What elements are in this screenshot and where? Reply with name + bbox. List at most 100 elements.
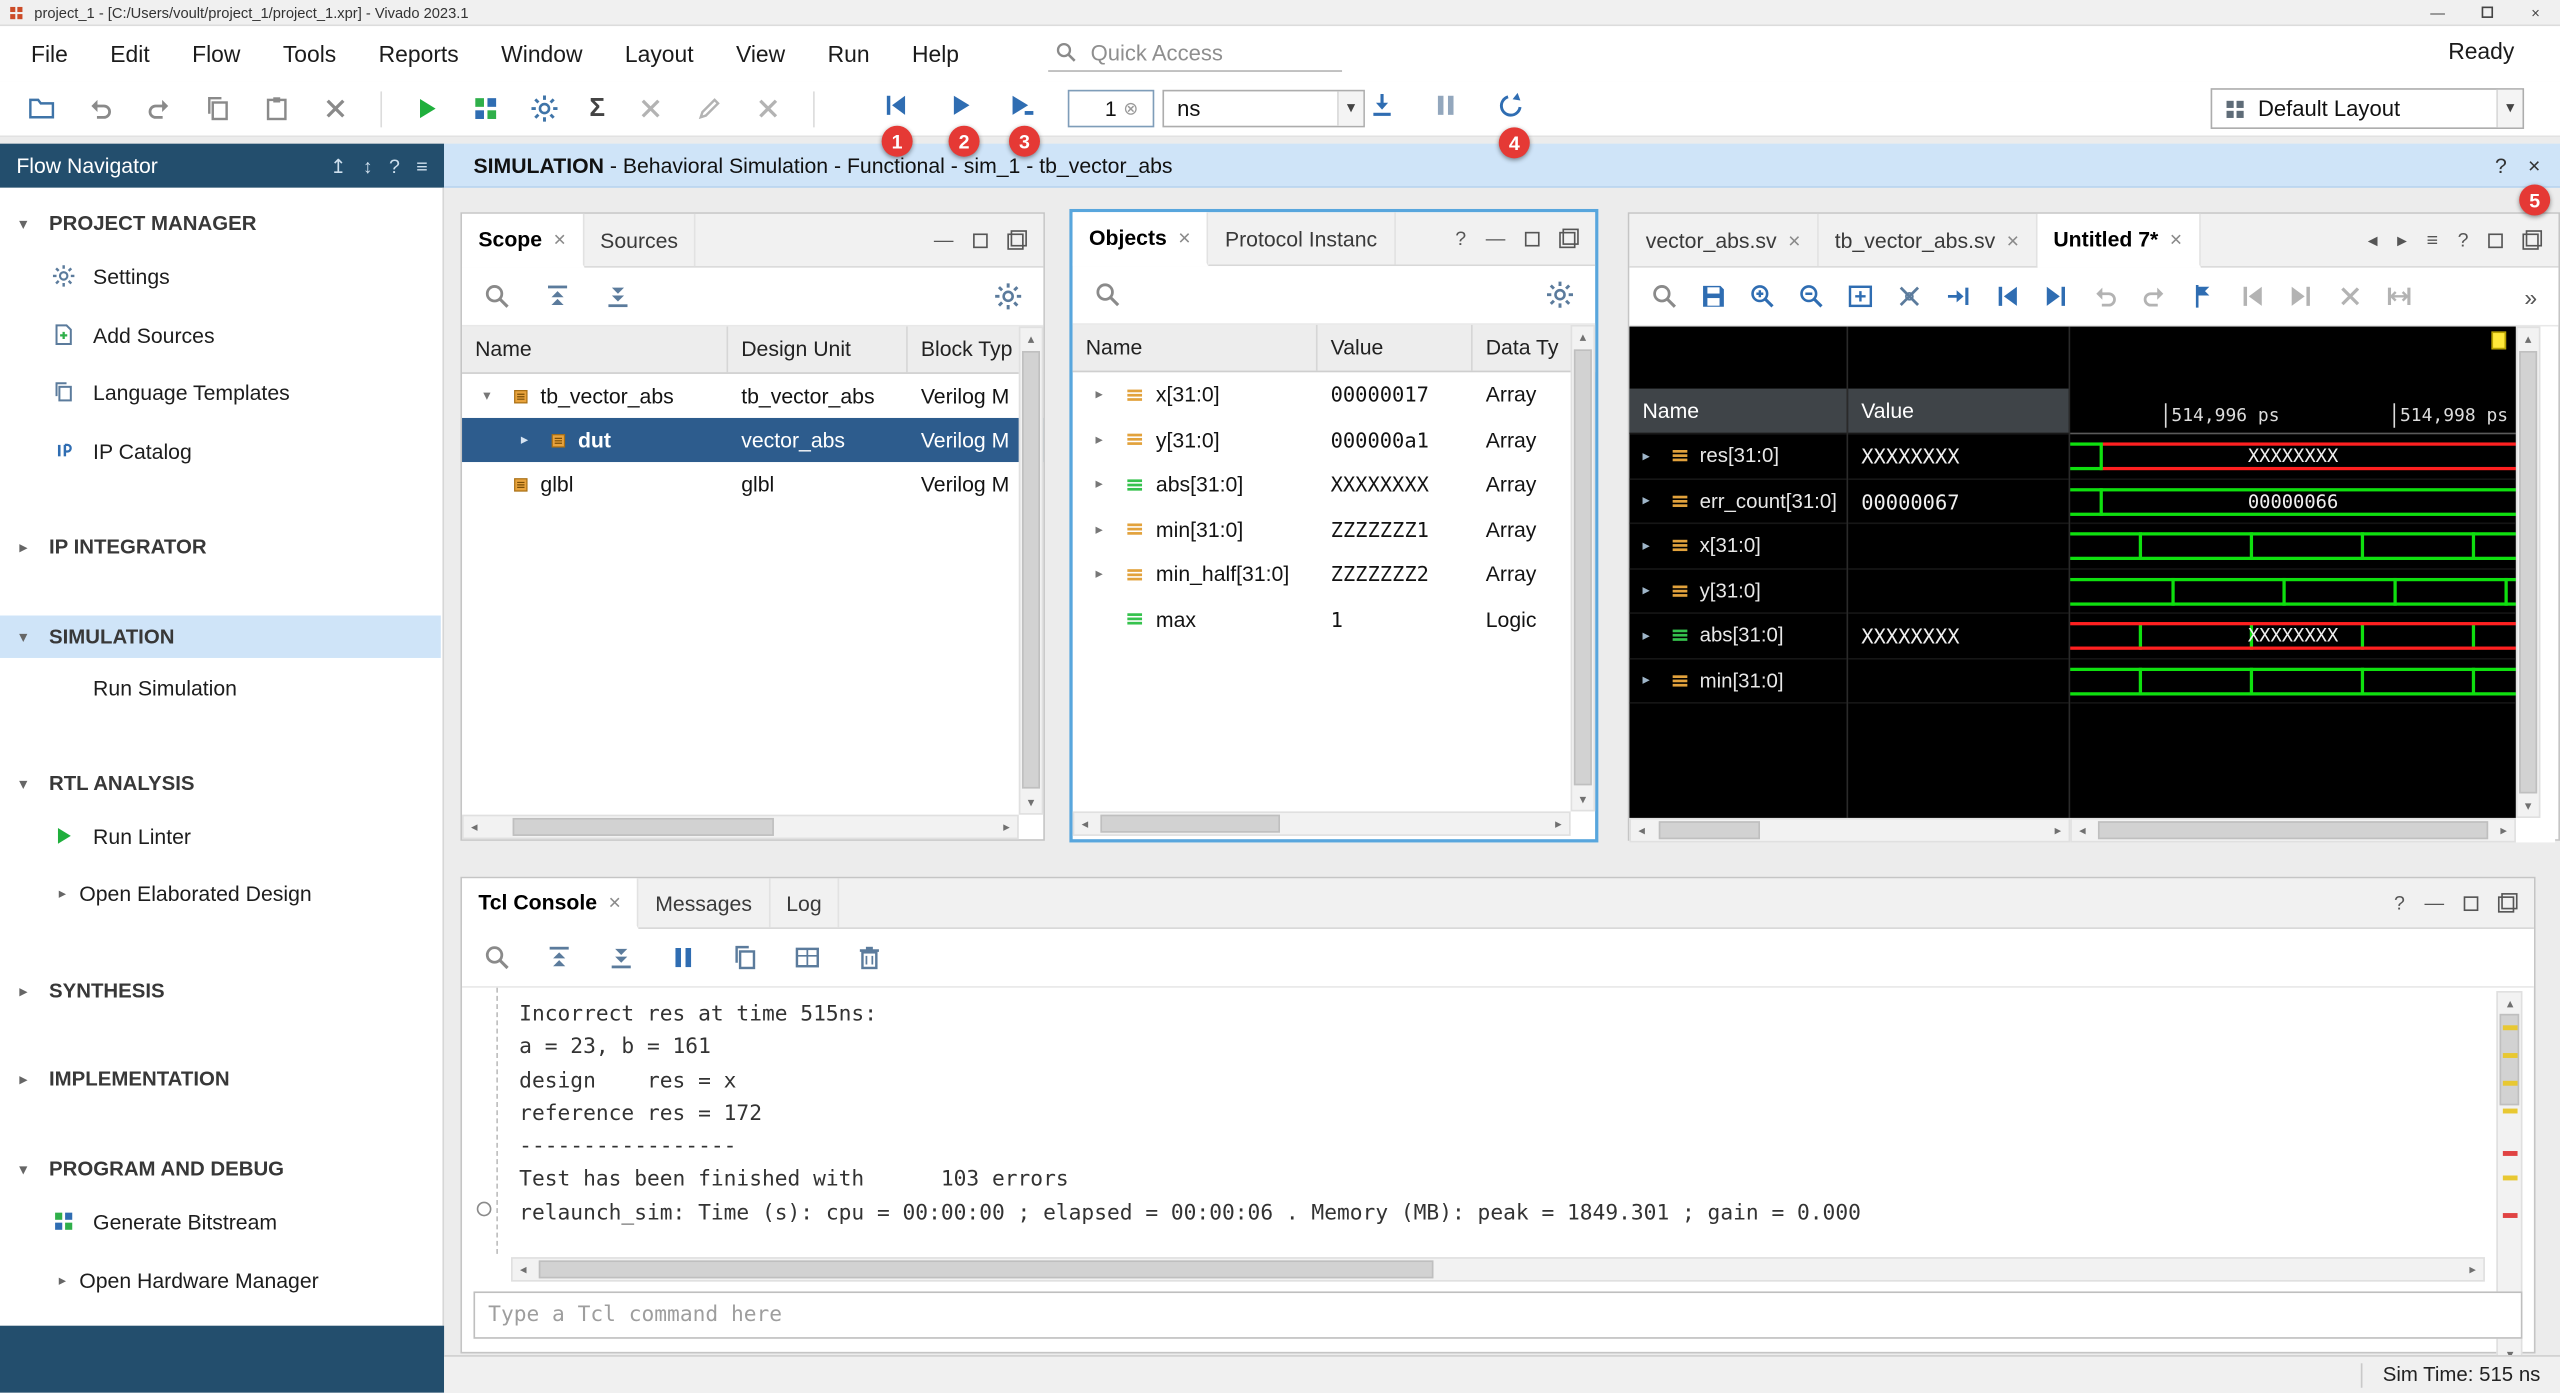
copy-icon[interactable] bbox=[204, 95, 232, 123]
scroll-right-icon[interactable]: ▸ bbox=[996, 816, 1017, 837]
sim-pause-icon[interactable] bbox=[1432, 91, 1460, 119]
sim-run-for-icon[interactable] bbox=[1007, 91, 1035, 119]
go-to-cursor-icon[interactable] bbox=[1944, 282, 1972, 310]
cancel-icon[interactable] bbox=[636, 95, 664, 123]
sim-run-all-icon[interactable] bbox=[947, 91, 975, 119]
zoom-in-icon[interactable] bbox=[1749, 282, 1777, 310]
chevron-right-icon[interactable]: ▸ bbox=[1096, 476, 1114, 494]
scroll-up-icon[interactable]: ▴ bbox=[2500, 993, 2521, 1014]
expand-collapse-icon[interactable]: ↕ bbox=[363, 154, 373, 177]
menu-run[interactable]: Run bbox=[806, 41, 890, 67]
column-header-name[interactable]: Name bbox=[462, 327, 728, 373]
wave-signal-err-count[interactable]: ▸ err_count[31:0] bbox=[1629, 479, 1846, 524]
sidebar-section-project-manager[interactable]: ▾ PROJECT MANAGER bbox=[0, 204, 441, 243]
tab-messages[interactable]: Messages bbox=[639, 878, 770, 927]
chevron-down-icon[interactable]: ▾ bbox=[1337, 91, 1363, 125]
search-icon[interactable] bbox=[483, 944, 511, 972]
zoom-to-cursor-icon[interactable] bbox=[1896, 282, 1924, 310]
sim-time-input[interactable] bbox=[1074, 95, 1120, 123]
maximize-icon[interactable] bbox=[973, 233, 988, 248]
wave-signal-abs[interactable]: ▸ abs[31:0] bbox=[1629, 614, 1846, 659]
menu-help[interactable]: Help bbox=[891, 41, 980, 67]
tab-scope[interactable]: Scope × bbox=[462, 214, 584, 268]
maximize-icon[interactable] bbox=[2488, 233, 2503, 248]
cursor-marker[interactable] bbox=[2491, 331, 2506, 349]
chevron-right-icon[interactable]: ▸ bbox=[1096, 431, 1114, 449]
sim-time-field[interactable]: ⊗ bbox=[1068, 90, 1155, 128]
gear-icon[interactable] bbox=[994, 282, 1022, 310]
menu-window[interactable]: Window bbox=[480, 41, 604, 67]
minimize-icon[interactable]: — bbox=[1486, 227, 1506, 250]
sidebar-section-synthesis[interactable]: ▸ SYNTHESIS bbox=[0, 971, 441, 1010]
close-icon[interactable]: × bbox=[553, 227, 565, 251]
help-icon[interactable]: ? bbox=[1455, 227, 1466, 250]
chevron-right-icon[interactable]: ▸ bbox=[1096, 386, 1114, 404]
sidebar-section-program-and-debug[interactable]: ▾ PROGRAM AND DEBUG bbox=[0, 1149, 441, 1188]
wave-trace-y[interactable] bbox=[2070, 569, 2516, 614]
tab-untitled-7[interactable]: Untitled 7* × bbox=[2037, 214, 2200, 268]
wave-trace-res[interactable]: XXXXXXXX bbox=[2070, 434, 2516, 479]
copy-icon[interactable] bbox=[731, 944, 759, 972]
search-icon[interactable] bbox=[1094, 281, 1122, 309]
wave-plot-horizontal-scrollbar[interactable]: ◂ ▸ bbox=[2070, 818, 2516, 842]
tasks-icon[interactable] bbox=[472, 95, 500, 123]
objects-vertical-scrollbar[interactable]: ▴ ▾ bbox=[1571, 325, 1595, 812]
sidebar-item-add-sources[interactable]: Add Sources bbox=[0, 315, 441, 354]
tab-menu-icon[interactable]: ≡ bbox=[2427, 229, 2438, 252]
tab-vector-abs-sv[interactable]: vector_abs.sv × bbox=[1629, 214, 1818, 266]
zoom-fit-icon[interactable] bbox=[1847, 282, 1875, 310]
scrollbar-thumb[interactable] bbox=[539, 1260, 1434, 1278]
expand-all-icon[interactable] bbox=[607, 944, 635, 972]
scroll-right-icon[interactable]: ▸ bbox=[2493, 820, 2514, 841]
quick-access-search[interactable] bbox=[1048, 34, 1342, 72]
chevron-down-icon[interactable]: ▾ bbox=[2496, 90, 2522, 128]
settings-icon[interactable] bbox=[531, 95, 559, 123]
minimize-icon[interactable]: — bbox=[934, 229, 954, 252]
sidebar-item-settings[interactable]: Settings bbox=[0, 256, 441, 295]
objects-horizontal-scrollbar[interactable]: ◂ ▸ bbox=[1073, 811, 1571, 835]
wave-trace-err-count[interactable]: 00000066 bbox=[2070, 479, 2516, 524]
next-tab-icon[interactable]: ▸ bbox=[2397, 229, 2407, 252]
collapse-all-icon[interactable] bbox=[545, 944, 573, 972]
sidebar-item-language-templates[interactable]: Language Templates bbox=[0, 372, 441, 411]
scroll-right-icon[interactable]: ▸ bbox=[2462, 1259, 2483, 1280]
collapse-all-icon[interactable] bbox=[544, 282, 572, 310]
redo-icon[interactable] bbox=[145, 95, 173, 123]
sim-time-unit-select[interactable]: ns ▾ bbox=[1162, 90, 1364, 128]
wave-trace-abs[interactable]: XXXXXXXX bbox=[2070, 614, 2516, 659]
next-marker-icon[interactable] bbox=[2287, 282, 2315, 310]
chevron-right-icon[interactable]: ▸ bbox=[1642, 447, 1660, 465]
close-icon[interactable]: × bbox=[2528, 153, 2540, 177]
column-header-design-unit[interactable]: Design Unit bbox=[728, 327, 908, 373]
object-row-min-half[interactable]: ▸ min_half[31:0] ZZZZZZZ2 Array bbox=[1073, 552, 1595, 597]
scrollbar-thumb[interactable] bbox=[2519, 351, 2537, 793]
clear-icon[interactable]: ⊗ bbox=[1123, 98, 1138, 119]
delete-marker-icon[interactable] bbox=[2336, 282, 2364, 310]
scrollbar-thumb[interactable] bbox=[1574, 349, 1592, 785]
scope-row-dut[interactable]: ▸ dut vector_abs Verilog M bbox=[462, 418, 1043, 462]
window-close-icon[interactable]: × bbox=[2511, 0, 2560, 25]
float-icon[interactable] bbox=[2498, 893, 2518, 913]
sim-restart-icon[interactable] bbox=[882, 91, 910, 119]
scope-horizontal-scrollbar[interactable]: ◂ ▸ bbox=[462, 815, 1019, 839]
save-wave-config-icon[interactable] bbox=[1700, 282, 1728, 310]
scrollbar-thumb[interactable] bbox=[1100, 815, 1280, 833]
clear-console-icon[interactable] bbox=[856, 944, 884, 972]
sim-step-icon[interactable] bbox=[1368, 91, 1396, 119]
tab-tb-vector-abs-sv[interactable]: tb_vector_abs.sv × bbox=[1818, 214, 2037, 266]
chevron-right-icon[interactable]: ▸ bbox=[1642, 582, 1660, 600]
window-minimize-icon[interactable]: — bbox=[2413, 0, 2462, 25]
run-icon[interactable] bbox=[413, 95, 441, 123]
wave-signal-x[interactable]: ▸ x[31:0] bbox=[1629, 524, 1846, 569]
sidebar-section-implementation[interactable]: ▸ IMPLEMENTATION bbox=[0, 1060, 441, 1099]
previous-transition-icon[interactable] bbox=[1993, 282, 2021, 310]
chevron-right-icon[interactable]: ▸ bbox=[1642, 492, 1660, 510]
sidebar-item-open-hardware-manager[interactable]: ▸ Open Hardware Manager bbox=[0, 1260, 441, 1299]
layout-selector[interactable]: Default Layout ▾ bbox=[2211, 88, 2524, 129]
sidebar-section-simulation[interactable]: ▾ SIMULATION bbox=[0, 616, 441, 658]
menu-tools[interactable]: Tools bbox=[262, 41, 358, 67]
tab-protocol-instances[interactable]: Protocol Instanc bbox=[1209, 212, 1395, 264]
wave-signal-min[interactable]: ▸ min[31:0] bbox=[1629, 659, 1846, 704]
close-icon[interactable]: × bbox=[609, 890, 621, 914]
quick-access-input[interactable] bbox=[1087, 38, 1316, 66]
